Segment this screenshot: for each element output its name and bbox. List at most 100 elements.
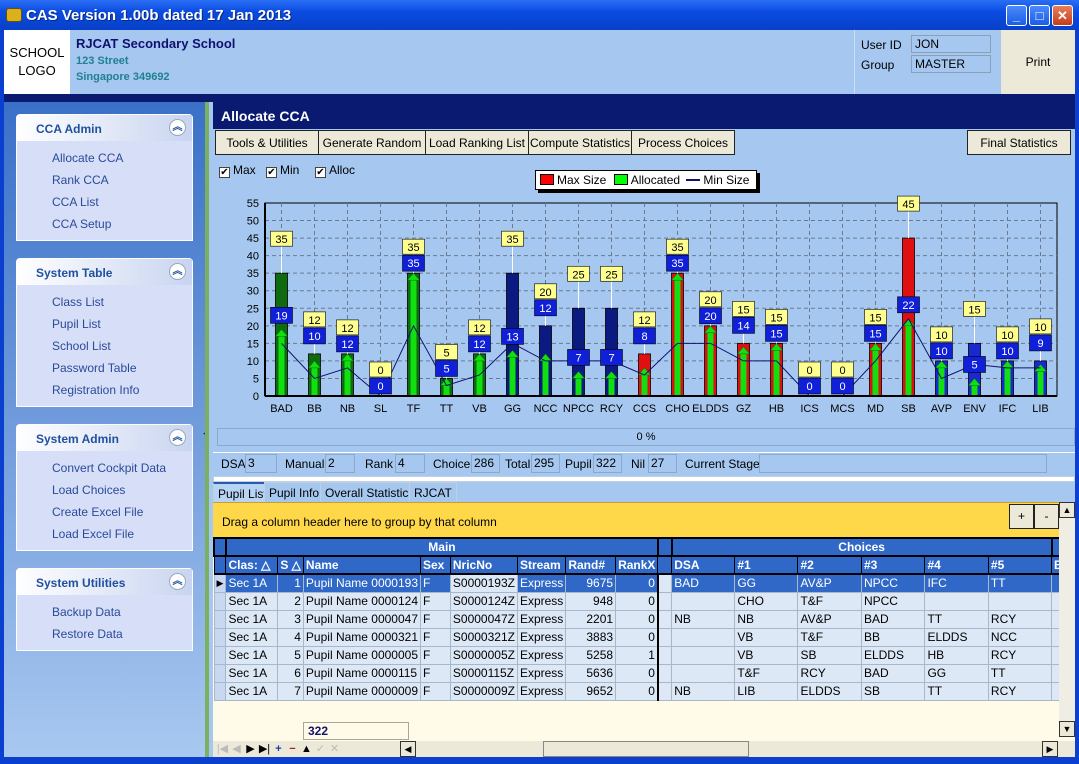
cell[interactable]: NCC <box>987 627 1053 647</box>
column-header[interactable]: DSA <box>671 555 736 575</box>
cell[interactable]: Sec 1A <box>225 627 279 647</box>
cell[interactable] <box>671 591 736 611</box>
sidebar-item-restore-data[interactable]: Restore Data <box>17 623 192 645</box>
cell[interactable]: S0000115Z <box>449 663 518 683</box>
cell[interactable]: AV&P <box>797 609 862 629</box>
cell[interactable]: 5636 <box>565 663 617 683</box>
cell[interactable] <box>924 591 989 611</box>
sidebar-item-school-list[interactable]: School List <box>17 335 192 357</box>
cell[interactable]: F <box>420 573 451 593</box>
column-header[interactable]: Clas: △ <box>225 555 279 575</box>
cell[interactable]: 5258 <box>565 645 617 665</box>
column-header[interactable]: RankX <box>615 555 659 575</box>
tab-pupil-info[interactable]: Pupil Info <box>264 482 325 502</box>
cell[interactable]: TT <box>924 681 989 701</box>
panel-header[interactable]: System Table ︽ <box>17 259 192 285</box>
minimize-button[interactable]: _ <box>1006 5 1027 26</box>
cell[interactable]: 0 <box>615 609 659 629</box>
cell[interactable]: Express <box>516 609 567 629</box>
cell[interactable]: GG <box>734 573 799 593</box>
cell[interactable]: 0 <box>615 627 659 647</box>
scroll-down-icon[interactable]: ▼ <box>1059 721 1075 737</box>
table-row[interactable]: Sec 1A 3 Pupil Name 0000047 F S0000047Z Expre… <box>213 609 1075 629</box>
cell[interactable]: Sec 1A <box>225 663 279 683</box>
cell[interactable]: BAD <box>860 609 926 629</box>
column-header[interactable]: Stream <box>516 555 567 575</box>
cell[interactable]: NB <box>734 609 799 629</box>
cancel-record-icon[interactable]: ✕ <box>327 741 342 757</box>
load-ranking-list-button[interactable]: Load Ranking List <box>425 130 529 155</box>
cell[interactable]: VB <box>734 645 799 665</box>
row-indicator[interactable] <box>213 627 227 647</box>
cell[interactable]: NB <box>671 681 736 701</box>
column-header[interactable]: NricNo <box>449 555 518 575</box>
cell[interactable]: 3883 <box>565 627 617 647</box>
cell[interactable]: 948 <box>565 591 617 611</box>
cell[interactable]: Express <box>516 573 567 593</box>
cell[interactable]: NPCC <box>860 591 926 611</box>
cell[interactable]: AV&P <box>797 573 862 593</box>
cell[interactable]: TT <box>987 573 1053 593</box>
max-checkbox[interactable]: ✔ Max <box>219 163 256 178</box>
column-header[interactable]: #1 <box>734 555 799 575</box>
cell[interactable]: 1 <box>615 645 659 665</box>
checkmark-icon[interactable]: ✔ <box>315 167 326 178</box>
next-record-icon[interactable]: ▶ <box>243 741 258 757</box>
cell[interactable]: Sec 1A <box>225 573 279 593</box>
cell[interactable]: NB <box>671 609 736 629</box>
cell[interactable]: TT <box>987 663 1053 683</box>
cell[interactable]: Express <box>516 681 567 701</box>
cell[interactable]: S0000193Z <box>449 573 518 593</box>
column-header[interactable]: S △ <box>277 555 304 575</box>
column-header[interactable]: #5 <box>987 555 1053 575</box>
vertical-scrollbar[interactable]: ▲ ▼ <box>1059 502 1075 737</box>
sidebar-item-load-excel-file[interactable]: Load Excel File <box>17 523 192 545</box>
print-button[interactable]: Print <box>1001 30 1075 94</box>
delete-record-icon[interactable]: − <box>285 741 300 757</box>
cell[interactable]: 0 <box>615 681 659 701</box>
double-chevron-up-icon[interactable]: ︽ <box>169 573 186 590</box>
cell[interactable]: 0 <box>615 663 659 683</box>
cell[interactable]: F <box>420 663 451 683</box>
cell[interactable]: 9675 <box>565 573 617 593</box>
cell[interactable]: 0 <box>615 573 659 593</box>
sidebar-item-registration-info[interactable]: Registration Info <box>17 379 192 401</box>
panel-header[interactable]: System Admin ︽ <box>17 425 192 451</box>
table-row[interactable]: ▶ Sec 1A 1 Pupil Name 0000193 F S0000193Z Expr… <box>213 573 1075 593</box>
column-header[interactable]: #3 <box>860 555 926 575</box>
cell[interactable]: T&F <box>797 591 862 611</box>
cell[interactable]: 9652 <box>565 681 617 701</box>
panel-header[interactable]: CCA Admin ︽ <box>17 115 192 141</box>
cell[interactable]: S0000321Z <box>449 627 518 647</box>
sidebar-item-password-table[interactable]: Password Table <box>17 357 192 379</box>
cell[interactable] <box>671 663 736 683</box>
cell[interactable]: Pupil Name 0000005 <box>302 645 422 665</box>
cell[interactable]: SB <box>797 645 862 665</box>
checkmark-icon[interactable]: ✔ <box>219 167 230 178</box>
cell[interactable]: Pupil Name 0000115 <box>302 663 422 683</box>
cell[interactable]: Pupil Name 0000047 <box>302 609 422 629</box>
cell[interactable]: S0000124Z <box>449 591 518 611</box>
alloc-checkbox[interactable]: ✔ Alloc <box>315 163 355 178</box>
generate-random-button[interactable]: Generate Random <box>318 130 426 155</box>
tab-overall-statistics[interactable]: Overall Statistics <box>320 482 420 502</box>
cell[interactable] <box>671 645 736 665</box>
column-header[interactable]: Sex <box>420 555 451 575</box>
cell[interactable]: Express <box>516 627 567 647</box>
cell[interactable]: Sec 1A <box>225 591 279 611</box>
table-row[interactable]: Sec 1A 7 Pupil Name 0000009 F S0000009Z Expre… <box>213 681 1075 701</box>
last-record-icon[interactable]: ▶| <box>257 741 272 757</box>
panel-header[interactable]: System Utilities ︽ <box>17 569 192 595</box>
tab-rjcat[interactable]: RJCAT <box>409 482 457 502</box>
post-record-icon[interactable]: ✓ <box>313 741 328 757</box>
scroll-up-icon[interactable]: ▲ <box>1059 502 1075 518</box>
cell[interactable]: T&F <box>734 663 799 683</box>
double-chevron-up-icon[interactable]: ︽ <box>169 429 186 446</box>
cell[interactable]: Express <box>516 645 567 665</box>
prev-record-icon[interactable]: ◀ <box>229 741 244 757</box>
double-chevron-up-icon[interactable]: ︽ <box>169 119 186 136</box>
sidebar-item-rank-cca[interactable]: Rank CCA <box>17 169 192 191</box>
row-indicator[interactable] <box>213 645 227 665</box>
table-row[interactable]: Sec 1A 5 Pupil Name 0000005 F S0000005Z Expre… <box>213 645 1075 665</box>
column-header[interactable]: Rand# <box>565 555 617 575</box>
